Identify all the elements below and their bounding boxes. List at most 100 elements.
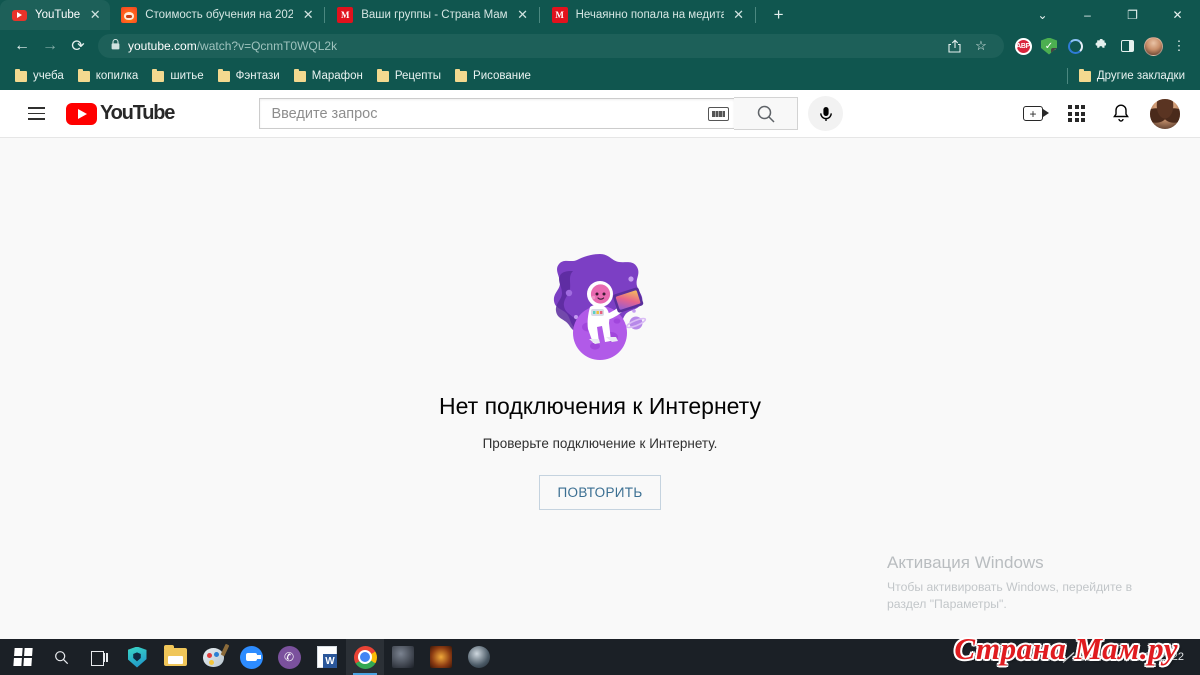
tab-divider bbox=[324, 7, 326, 23]
bookmarks-bar: учеба копилка шитье Фэнтази Марафон Реце… bbox=[0, 62, 1200, 90]
new-tab-button[interactable]: + bbox=[765, 1, 793, 29]
chrome-icon bbox=[353, 645, 377, 669]
tab-title: YouTube bbox=[35, 9, 81, 21]
search-button[interactable] bbox=[734, 97, 799, 130]
tab-stranamam-meditation[interactable]: M Нечаянно попала на медитацию ✕ bbox=[541, 0, 754, 30]
game-icon bbox=[468, 646, 490, 668]
folder-icon bbox=[152, 68, 165, 82]
folder-icon bbox=[293, 68, 306, 82]
bookmark-recepty[interactable]: Рецепты bbox=[370, 65, 448, 87]
taskbar-search-button[interactable] bbox=[42, 639, 80, 675]
hamburger-menu-icon[interactable] bbox=[16, 94, 56, 134]
taskbar-game-1[interactable] bbox=[384, 639, 422, 675]
youtube-apps-icon[interactable] bbox=[1058, 95, 1096, 133]
search-input[interactable] bbox=[271, 105, 709, 122]
close-window-button[interactable]: ✕ bbox=[1155, 0, 1200, 30]
omnibox-actions: ☆ bbox=[942, 33, 994, 59]
keyboard-icon[interactable] bbox=[708, 106, 730, 121]
tab-search-chevron-down-icon[interactable]: ⌄ bbox=[1020, 0, 1065, 30]
taskbar-word[interactable] bbox=[308, 639, 346, 675]
search-icon bbox=[757, 105, 775, 123]
activation-title: Активация Windows bbox=[887, 552, 1044, 572]
close-icon[interactable]: ✕ bbox=[514, 6, 532, 24]
search-icon bbox=[54, 650, 68, 664]
taskbar-paint[interactable] bbox=[194, 639, 232, 675]
tab-firefox-page[interactable]: Стоимость обучения на 2022-2 ✕ bbox=[110, 0, 323, 30]
browser-window: YouTube ✕ Стоимость обучения на 2022-2 ✕… bbox=[0, 0, 1200, 675]
adblock-plus-icon[interactable]: ABP bbox=[1010, 33, 1036, 59]
offline-message-container: Нет подключения к Интернету Проверьте по… bbox=[0, 138, 1200, 639]
loading-circle-icon[interactable] bbox=[1062, 33, 1088, 59]
minimize-button[interactable]: – bbox=[1065, 0, 1110, 30]
taskbar-chrome[interactable] bbox=[346, 639, 384, 675]
firefox-icon bbox=[121, 7, 138, 23]
tab-list: YouTube ✕ Стоимость обучения на 2022-2 ✕… bbox=[0, 0, 793, 30]
bookmark-label: Рисование bbox=[473, 70, 531, 82]
activation-body: Чтобы активировать Windows, перейдите в … bbox=[887, 579, 1133, 612]
youtube-logo-text: YouTube bbox=[100, 102, 175, 124]
youtube-play-icon bbox=[66, 102, 97, 125]
taskbar-game-3[interactable] bbox=[460, 639, 498, 675]
maximize-button[interactable]: ❐ bbox=[1110, 0, 1155, 30]
bookmark-marafon[interactable]: Марафон bbox=[287, 65, 370, 87]
address-bar[interactable]: youtube.com/watch?v=QcnmT0WQL2k ☆ bbox=[98, 34, 1004, 58]
youtube-header: YouTube + bbox=[0, 90, 1200, 137]
youtube-logo[interactable]: YouTube bbox=[66, 102, 175, 125]
bookmark-label: шитье bbox=[170, 70, 204, 82]
offline-subtitle: Проверьте подключение к Интернету. bbox=[482, 436, 718, 451]
forward-icon[interactable]: → bbox=[36, 32, 64, 60]
taskbar-viber[interactable]: ✆ bbox=[270, 639, 308, 675]
bookmark-risovanie[interactable]: Рисование bbox=[448, 65, 538, 87]
retry-button[interactable]: ПОВТОРИТЬ bbox=[538, 475, 662, 510]
shield-icon[interactable]: ✓ 6 bbox=[1036, 33, 1062, 59]
bookmark-label: копилка bbox=[95, 70, 139, 82]
tab-youtube[interactable]: YouTube ✕ bbox=[0, 0, 111, 30]
taskbar-file-explorer[interactable] bbox=[156, 639, 194, 675]
create-video-icon[interactable]: + bbox=[1014, 95, 1052, 133]
lock-icon bbox=[108, 38, 122, 53]
bookmark-ucheba[interactable]: учеба bbox=[8, 65, 71, 87]
puzzle-icon[interactable] bbox=[1088, 33, 1114, 59]
url-path: /watch?v=QcnmT0WQL2k bbox=[196, 39, 338, 53]
url-host: youtube.com bbox=[128, 39, 197, 53]
search-box[interactable] bbox=[259, 98, 736, 129]
profile-avatar[interactable] bbox=[1140, 33, 1166, 59]
notifications-bell-icon[interactable] bbox=[1102, 95, 1140, 133]
share-icon[interactable] bbox=[942, 33, 968, 59]
shield-icon bbox=[127, 646, 147, 668]
bookmark-star-icon[interactable]: ☆ bbox=[968, 33, 994, 59]
folder-icon bbox=[1078, 68, 1091, 82]
voice-search-button[interactable] bbox=[808, 96, 844, 131]
youtube-icon bbox=[11, 7, 27, 23]
tab-title: Ваши группы - Страна Мам bbox=[361, 9, 508, 21]
folder-icon bbox=[376, 68, 389, 82]
reload-icon[interactable]: ⟳ bbox=[64, 32, 92, 60]
browser-toolbar: ← → ⟳ youtube.com/watch?v=QcnmT0WQL2k ☆ … bbox=[0, 30, 1200, 62]
other-bookmarks-label: Другие закладки bbox=[1096, 70, 1185, 82]
close-icon[interactable]: ✕ bbox=[299, 6, 317, 24]
other-bookmarks-button[interactable]: Другие закладки bbox=[1072, 65, 1192, 87]
close-icon[interactable]: ✕ bbox=[730, 6, 748, 24]
taskbar-zoom[interactable] bbox=[232, 639, 270, 675]
bookmark-fentazi[interactable]: Фэнтази bbox=[211, 65, 287, 87]
task-view-button[interactable] bbox=[80, 639, 118, 675]
viber-phone-icon: ✆ bbox=[277, 645, 301, 669]
bookmark-label: Фэнтази bbox=[235, 70, 280, 82]
stranamam-icon: M bbox=[551, 7, 568, 23]
taskbar-game-2[interactable] bbox=[422, 639, 460, 675]
other-bookmarks-area: Другие закладки bbox=[1066, 65, 1192, 87]
close-icon[interactable]: ✕ bbox=[86, 6, 104, 24]
tab-strip: YouTube ✕ Стоимость обучения на 2022-2 ✕… bbox=[0, 0, 1200, 30]
taskbar-windows-defender[interactable] bbox=[118, 639, 156, 675]
start-button[interactable] bbox=[4, 639, 42, 675]
tab-stranamam-groups[interactable]: M Ваши группы - Страна Мам ✕ bbox=[326, 0, 537, 30]
game-icon bbox=[430, 646, 452, 668]
bookmark-kopilka[interactable]: копилка bbox=[71, 65, 146, 87]
bookmark-shite[interactable]: шитье bbox=[145, 65, 210, 87]
side-panel-icon[interactable] bbox=[1114, 33, 1140, 59]
folder-icon bbox=[455, 68, 468, 82]
chrome-menu-kebab-icon[interactable]: ⋮ bbox=[1166, 33, 1192, 59]
account-avatar[interactable] bbox=[1146, 95, 1184, 133]
back-icon[interactable]: ← bbox=[8, 32, 36, 60]
tab-divider bbox=[754, 7, 756, 23]
